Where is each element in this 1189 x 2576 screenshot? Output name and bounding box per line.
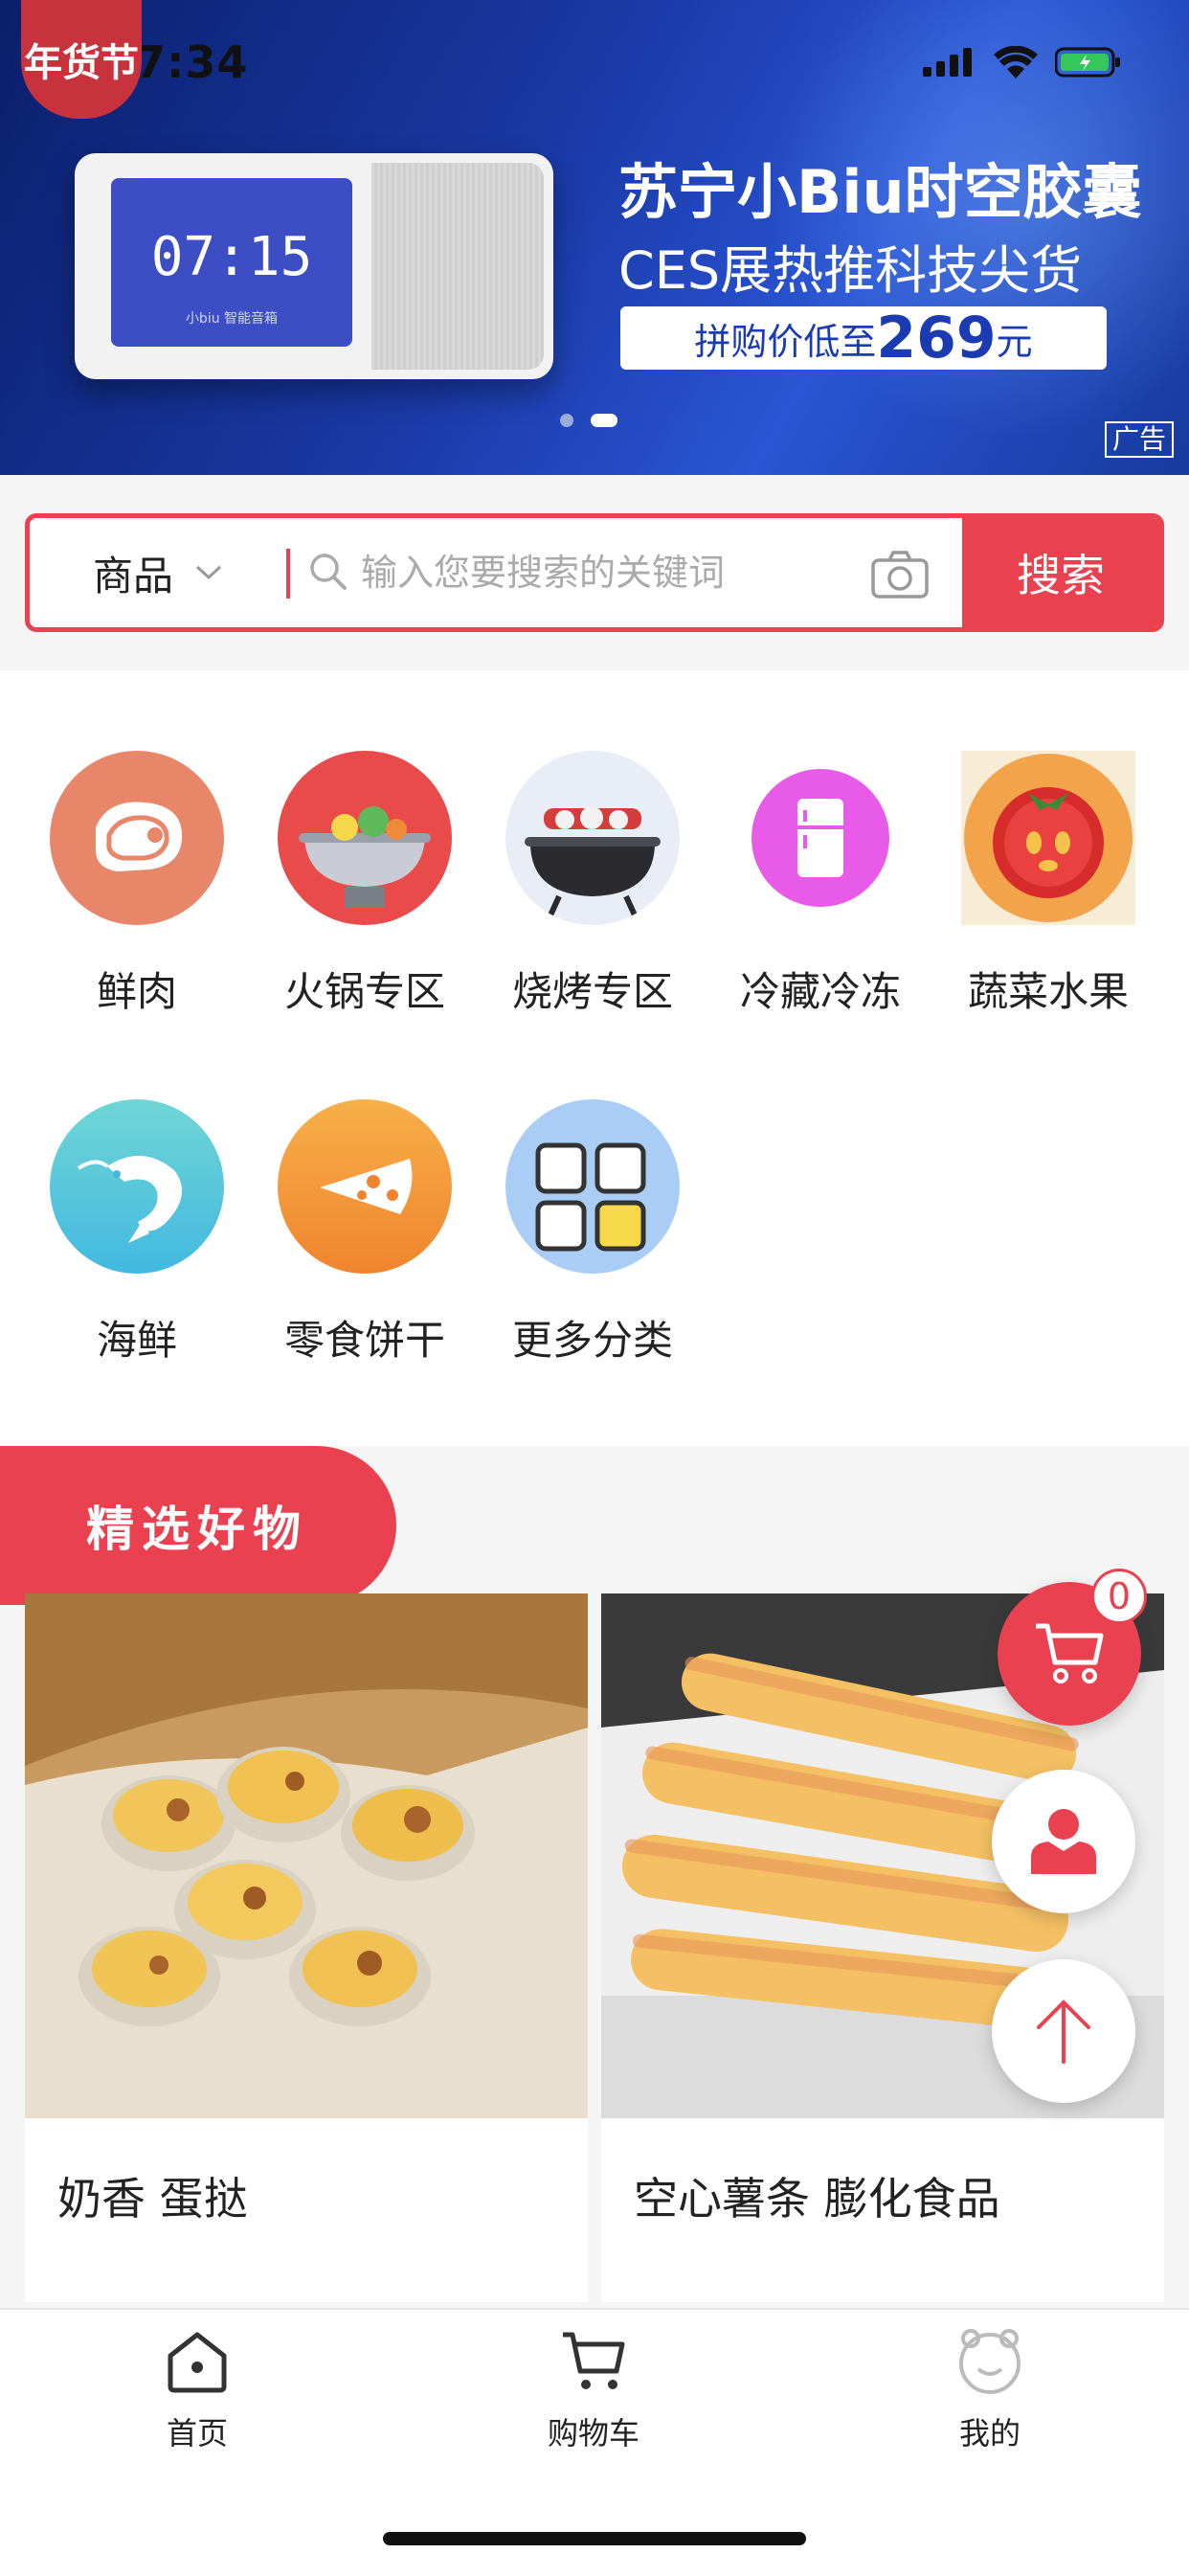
category-label: 蔬菜水果 bbox=[967, 968, 1129, 1015]
cart-icon bbox=[563, 2332, 625, 2389]
festival-badge: 年货节 bbox=[21, 0, 142, 119]
search-bar: 商品 搜索 bbox=[25, 513, 1164, 632]
tab-label: 首页 bbox=[166, 2415, 228, 2452]
carousel-indicator bbox=[560, 414, 617, 427]
cart-icon bbox=[1036, 1623, 1104, 1683]
camera-icon[interactable] bbox=[870, 549, 930, 600]
battery-icon bbox=[1055, 47, 1120, 78]
price-unit: 元 bbox=[996, 320, 1033, 363]
price-prefix: 拼购价低至 bbox=[694, 320, 877, 363]
category-frozen[interactable]: 冷藏冷冻 bbox=[707, 751, 934, 1018]
fridge-icon bbox=[733, 751, 908, 925]
ad-label: 广告 bbox=[1104, 421, 1174, 458]
tab-profile[interactable]: 我的 bbox=[894, 2327, 1086, 2453]
category-label: 冷藏冷冻 bbox=[739, 968, 901, 1015]
pizza-icon bbox=[278, 1099, 452, 1274]
banner-title: 苏宁小Biu时空胶囊 bbox=[618, 157, 1142, 227]
device-screen-time: 07:15 bbox=[150, 226, 313, 288]
carousel-dot[interactable] bbox=[560, 414, 573, 427]
profile-icon bbox=[959, 2329, 1021, 2394]
search-input[interactable] bbox=[359, 541, 880, 604]
search-category-label: 商品 bbox=[92, 552, 173, 599]
product-name: 空心薯条 膨化食品 bbox=[634, 2173, 1000, 2225]
category-more[interactable]: 更多分类 bbox=[479, 1099, 707, 1367]
home-indicator bbox=[383, 2532, 806, 2545]
banner-price: 拼购价低至 269 元 bbox=[620, 305, 1107, 372]
category-vegetables[interactable]: 蔬菜水果 bbox=[934, 751, 1162, 1018]
wifi-icon bbox=[994, 46, 1038, 79]
search-button[interactable]: 搜索 bbox=[962, 518, 1159, 627]
cart-count-badge: 0 bbox=[1091, 1569, 1147, 1624]
device-screen: 07:15 小biu 智能音箱 bbox=[111, 178, 352, 347]
carousel-dot-active[interactable] bbox=[591, 414, 617, 427]
floating-profile-button[interactable] bbox=[992, 1770, 1135, 1913]
category-label: 更多分类 bbox=[511, 1317, 673, 1364]
category-bbq[interactable]: 烧烤专区 bbox=[479, 751, 707, 1018]
category-hotpot[interactable]: 火锅专区 bbox=[251, 751, 479, 1018]
category-label: 零食饼干 bbox=[283, 1317, 445, 1364]
search-category-select[interactable]: 商品 bbox=[30, 518, 286, 627]
floating-cart-button[interactable]: 0 bbox=[998, 1569, 1147, 1726]
grid-icon bbox=[505, 1099, 680, 1274]
tab-label: 购物车 bbox=[547, 2415, 639, 2452]
bbq-icon bbox=[505, 751, 680, 925]
price-value: 269 bbox=[876, 305, 997, 372]
tab-label: 我的 bbox=[958, 2415, 1021, 2452]
product-card[interactable]: 奶香 蛋挞 bbox=[25, 1593, 588, 2302]
category-label: 烧烤专区 bbox=[511, 968, 673, 1015]
search-section: 商品 搜索 bbox=[0, 475, 1189, 670]
banner-subtitle: CES展热推科技尖货 bbox=[618, 240, 1083, 301]
banner-product-image: 07:15 小biu 智能音箱 bbox=[75, 153, 553, 379]
search-icon bbox=[310, 554, 347, 590]
user-icon bbox=[1031, 1809, 1096, 1874]
device-fabric bbox=[371, 163, 544, 370]
egg-tart-photo bbox=[25, 1593, 588, 2118]
category-label: 鲜肉 bbox=[96, 968, 177, 1015]
device-screen-sub: 小biu 智能音箱 bbox=[185, 311, 279, 327]
product-name: 奶香 蛋挞 bbox=[57, 2173, 248, 2225]
back-to-top-button[interactable] bbox=[992, 1959, 1135, 2103]
status-bar: 17:34 bbox=[0, 0, 1189, 126]
tab-home[interactable]: 首页 bbox=[101, 2327, 293, 2453]
picks-title: 精选好物 bbox=[0, 1446, 396, 1605]
arrow-up-icon bbox=[1037, 2000, 1090, 2064]
category-label: 海鲜 bbox=[96, 1317, 177, 1364]
hotpot-icon bbox=[278, 751, 452, 925]
chevron-down-icon bbox=[195, 565, 222, 580]
category-label: 火锅专区 bbox=[283, 968, 445, 1015]
category-grid: 鲜肉 火锅专区 烧烤专区 冷藏冷冻 蔬菜水果 海鲜 零食饼干 更多分类 bbox=[0, 670, 1189, 1446]
tab-cart[interactable]: 购物车 bbox=[498, 2327, 689, 2453]
meat-icon bbox=[50, 751, 224, 925]
signal-icon bbox=[923, 48, 972, 77]
search-divider bbox=[286, 549, 290, 599]
status-icons bbox=[923, 46, 1122, 79]
picks-section: 精选好物 bbox=[0, 1446, 1189, 1605]
home-icon bbox=[168, 2332, 227, 2393]
category-meat[interactable]: 鲜肉 bbox=[23, 751, 251, 1018]
tomato-icon bbox=[961, 751, 1135, 925]
shrimp-icon bbox=[50, 1099, 224, 1274]
category-snacks[interactable]: 零食饼干 bbox=[251, 1099, 479, 1367]
category-seafood[interactable]: 海鲜 bbox=[23, 1099, 251, 1367]
